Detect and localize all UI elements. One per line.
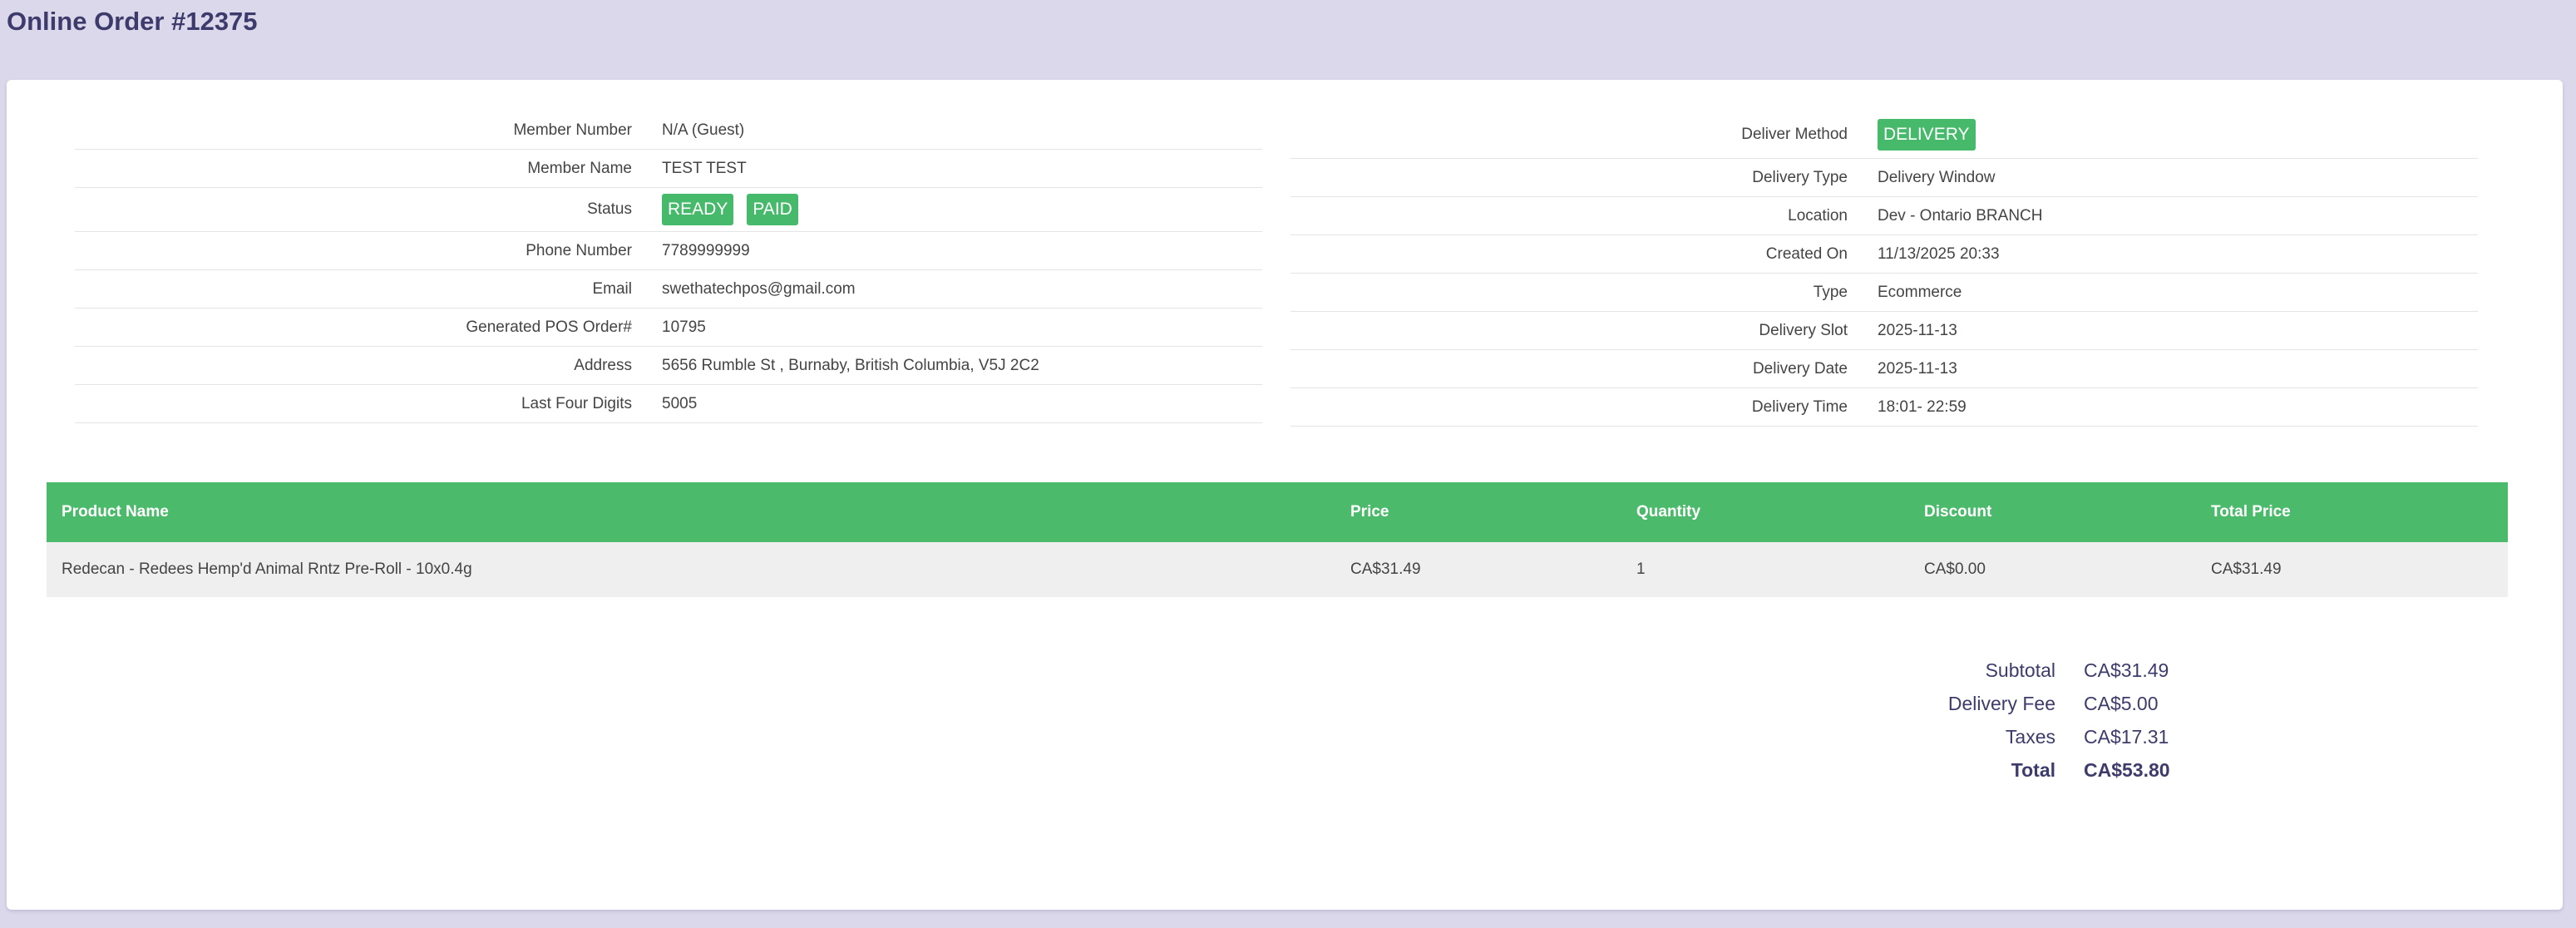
info-label: Generated POS Order# bbox=[466, 318, 632, 336]
info-label: Delivery Time bbox=[1751, 397, 1848, 416]
info-value: 10795 bbox=[662, 318, 706, 336]
totals-value: CA$31.49 bbox=[2084, 659, 2169, 681]
order-totals: Subtotal CA$31.49 Delivery Fee CA$5.00 T… bbox=[1921, 654, 2170, 787]
table-row: Redecan - Redees Hemp'd Animal Rntz Pre-… bbox=[47, 542, 2508, 597]
info-label: Delivery Type bbox=[1752, 168, 1848, 186]
info-label: Address bbox=[574, 356, 632, 374]
info-label: Created On bbox=[1765, 244, 1848, 263]
info-row-last-four-digits: Last Four Digits 5005 bbox=[75, 385, 1262, 423]
cell-discount: CA$0.00 bbox=[1909, 542, 2196, 597]
info-value: Dev - Ontario BRANCH bbox=[1878, 206, 2043, 225]
info-value: 5656 Rumble St , Burnaby, British Columb… bbox=[662, 356, 1039, 374]
totals-value: CA$17.31 bbox=[2084, 725, 2169, 748]
info-value: Ecommerce bbox=[1878, 283, 1962, 301]
info-value: N/A (Guest) bbox=[662, 121, 745, 139]
deliver-method-value: DELIVERY bbox=[1878, 119, 1976, 151]
column-header-quantity: Quantity bbox=[1621, 482, 1909, 542]
totals-label: Subtotal bbox=[1985, 659, 2055, 681]
info-row-pos-order: Generated POS Order# 10795 bbox=[75, 309, 1262, 347]
info-value: swethatechpos@gmail.com bbox=[662, 279, 856, 298]
cell-quantity: 1 bbox=[1621, 542, 1909, 597]
info-row-member-number: Member Number N/A (Guest) bbox=[75, 111, 1262, 150]
column-header-total-price: Total Price bbox=[2196, 482, 2508, 542]
info-label: Delivery Slot bbox=[1759, 321, 1848, 339]
info-row-delivery-date: Delivery Date 2025-11-13 bbox=[1290, 350, 2478, 388]
column-header-discount: Discount bbox=[1909, 482, 2196, 542]
totals-value: CA$5.00 bbox=[2084, 692, 2159, 714]
column-header-price: Price bbox=[1335, 482, 1621, 542]
info-value: 11/13/2025 20:33 bbox=[1878, 244, 2000, 263]
totals-row-taxes: Taxes CA$17.31 bbox=[1921, 720, 2170, 753]
info-label: Deliver Method bbox=[1741, 126, 1848, 143]
page-title: Online Order #12375 bbox=[7, 7, 258, 36]
info-row-member-name: Member Name TEST TEST bbox=[75, 150, 1262, 188]
totals-value: CA$53.80 bbox=[2084, 758, 2170, 781]
info-row-email: Email swethatechpos@gmail.com bbox=[75, 270, 1262, 309]
info-label: Phone Number bbox=[526, 241, 632, 259]
status-badges: READY PAID bbox=[662, 194, 798, 225]
info-label: Last Four Digits bbox=[521, 394, 632, 412]
info-row-type: Type Ecommerce bbox=[1290, 274, 2478, 312]
info-label: Delivery Date bbox=[1752, 359, 1848, 378]
info-row-phone-number: Phone Number 7789999999 bbox=[75, 232, 1262, 270]
info-label: Member Name bbox=[527, 159, 632, 177]
totals-label: Total bbox=[2011, 758, 2055, 781]
cell-price: CA$31.49 bbox=[1335, 542, 1621, 597]
order-items-table: Product Name Price Quantity Discount Tot… bbox=[47, 482, 2508, 597]
info-row-location: Location Dev - Ontario BRANCH bbox=[1290, 197, 2478, 235]
column-header-product-name: Product Name bbox=[47, 482, 1335, 542]
info-row-delivery-time: Delivery Time 18:01- 22:59 bbox=[1290, 388, 2478, 427]
info-value: 7789999999 bbox=[662, 241, 750, 259]
info-label: Email bbox=[592, 279, 632, 298]
info-row-deliver-method: Deliver Method DELIVERY bbox=[1290, 111, 2478, 159]
table-header-row: Product Name Price Quantity Discount Tot… bbox=[47, 482, 2508, 542]
delivery-info-table: Deliver Method DELIVERY Delivery Type De… bbox=[1290, 111, 2478, 427]
totals-label: Taxes bbox=[2005, 725, 2055, 748]
status-badge-paid: PAID bbox=[747, 194, 798, 225]
totals-row-total: Total CA$53.80 bbox=[1921, 753, 2170, 787]
info-row-delivery-type: Delivery Type Delivery Window bbox=[1290, 159, 2478, 197]
info-value: TEST TEST bbox=[662, 159, 747, 177]
totals-row-delivery-fee: Delivery Fee CA$5.00 bbox=[1921, 687, 2170, 720]
info-row-status: Status READY PAID bbox=[75, 188, 1262, 232]
info-label: Location bbox=[1788, 206, 1848, 225]
info-value: 18:01- 22:59 bbox=[1878, 397, 1967, 416]
cell-product-name: Redecan - Redees Hemp'd Animal Rntz Pre-… bbox=[47, 542, 1335, 597]
info-label: Type bbox=[1813, 283, 1848, 301]
info-value: Delivery Window bbox=[1878, 168, 1996, 186]
totals-row-subtotal: Subtotal CA$31.49 bbox=[1921, 654, 2170, 687]
cell-total-price: CA$31.49 bbox=[2196, 542, 2508, 597]
info-label: Status bbox=[587, 200, 632, 218]
status-badge-ready: READY bbox=[662, 194, 734, 225]
info-value: 2025-11-13 bbox=[1878, 321, 1957, 339]
info-label: Member Number bbox=[513, 121, 632, 139]
customer-info-table: Member Number N/A (Guest) Member Name TE… bbox=[75, 111, 1262, 423]
info-row-delivery-slot: Delivery Slot 2025-11-13 bbox=[1290, 312, 2478, 350]
info-value: 5005 bbox=[662, 394, 698, 412]
info-row-address: Address 5656 Rumble St , Burnaby, Britis… bbox=[75, 347, 1262, 385]
info-value: 2025-11-13 bbox=[1878, 359, 1957, 378]
delivery-badge: DELIVERY bbox=[1878, 119, 1976, 151]
info-row-created-on: Created On 11/13/2025 20:33 bbox=[1290, 235, 2478, 274]
totals-label: Delivery Fee bbox=[1947, 692, 2055, 714]
